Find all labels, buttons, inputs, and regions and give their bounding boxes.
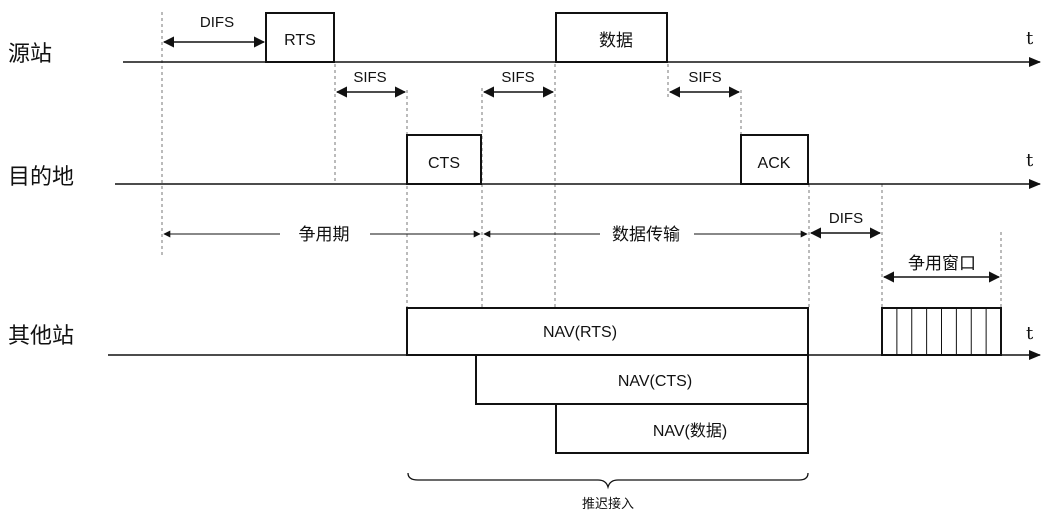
- row-label-source: 源站: [8, 42, 52, 67]
- deferred-access-brace: [407, 472, 809, 490]
- difs-label-source: DIFS: [200, 14, 234, 31]
- sifs-label-1: SIFS: [353, 69, 386, 86]
- deferred-access-label: 推迟接入: [582, 496, 634, 512]
- contention-window-label: 争用窗口: [908, 254, 976, 274]
- nav-data-label: NAV(数据): [653, 422, 727, 440]
- timing-diagram-canvas: 源站 目的地 其他站 t t t RTS 数据 CTS ACK DIFS SIF…: [8, 12, 1041, 512]
- sifs-label-3: SIFS: [688, 69, 721, 86]
- row-label-others: 其他站: [8, 324, 74, 349]
- axis-t-label-dest: t: [1026, 150, 1034, 171]
- nav-rts-label: NAV(RTS): [543, 324, 617, 341]
- rts-frame-label: RTS: [284, 32, 316, 49]
- axis-t-label-others: t: [1026, 323, 1034, 344]
- csma-ca-timing-diagram: 源站 目的地 其他站 t t t RTS 数据 CTS ACK DIFS SIF…: [0, 0, 1060, 521]
- ack-frame-label: ACK: [758, 155, 791, 172]
- cts-frame-label: CTS: [428, 155, 460, 172]
- difs-label-others: DIFS: [829, 210, 863, 227]
- data-frame-label: 数据: [599, 31, 633, 51]
- nav-cts-label: NAV(CTS): [618, 373, 692, 390]
- row-label-dest: 目的地: [8, 165, 74, 190]
- contention-period-label: 争用期: [299, 225, 350, 245]
- data-transfer-label: 数据传输: [612, 225, 680, 245]
- sifs-label-2: SIFS: [501, 69, 534, 86]
- axis-t-label-source: t: [1026, 28, 1034, 49]
